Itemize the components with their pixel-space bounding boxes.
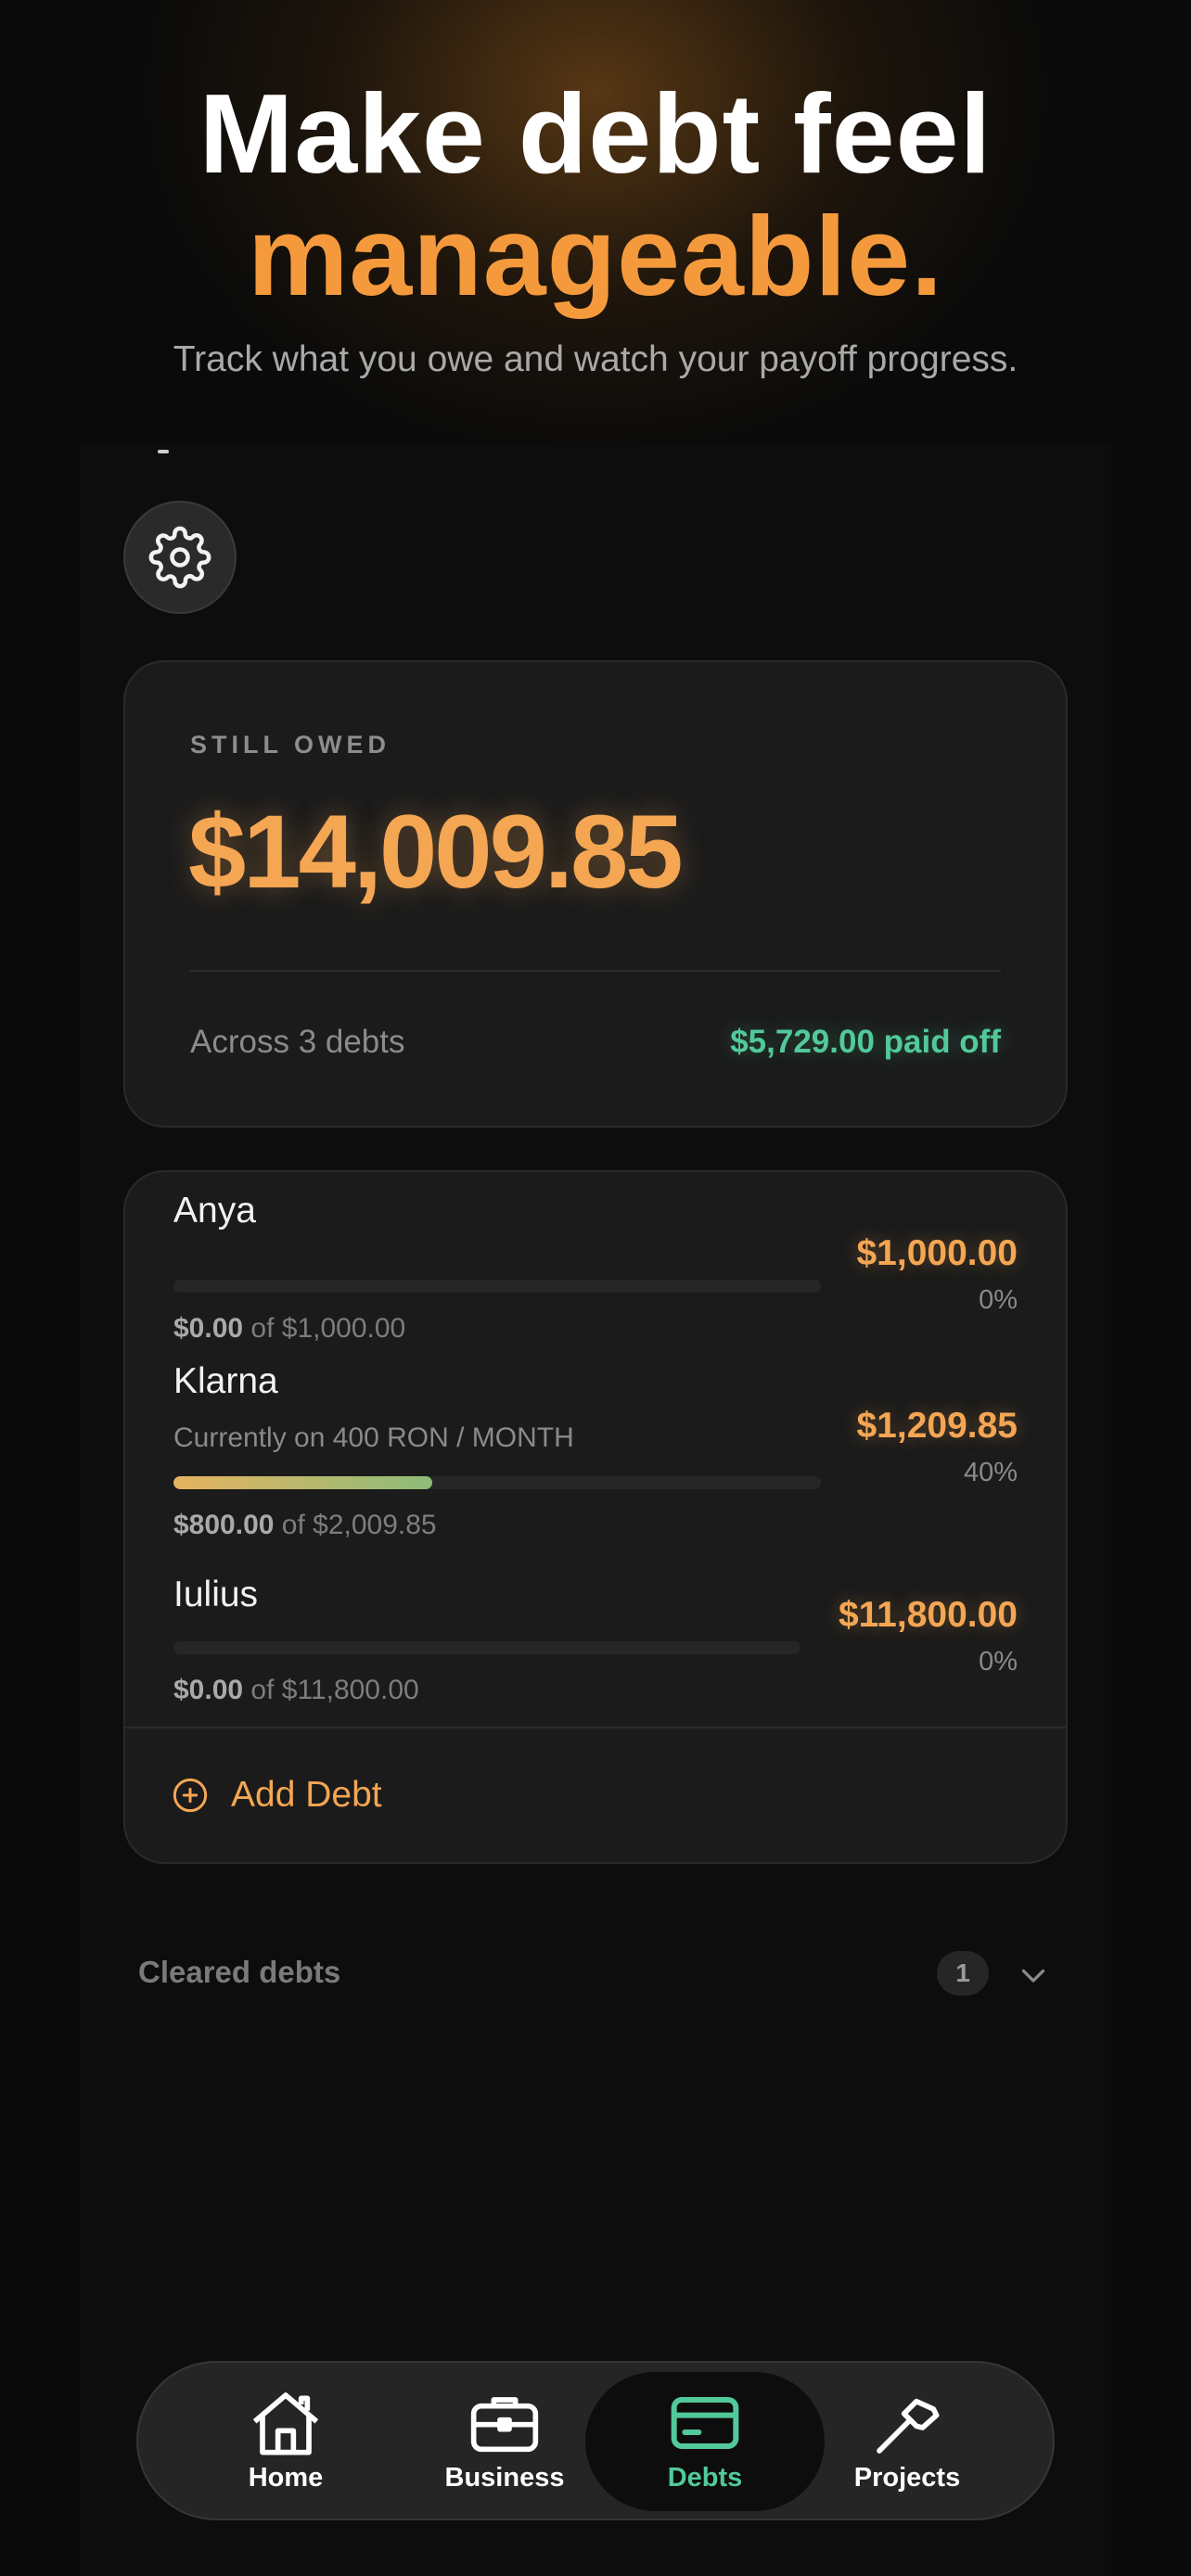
debt-total-amount: of $2,009.85 [281,1510,437,1540]
add-debt-label: Add Debt [231,1775,382,1815]
tab-label: Debts [667,2462,743,2493]
settings-button[interactable] [123,501,237,614]
hero-tagline: Track what you owe and watch your payoff… [173,339,1018,379]
list-divider [125,1727,1066,1728]
tab-label: Business [444,2462,565,2493]
debt-progress-percent: 0% [979,1285,1018,1315]
plus-circle-icon [173,1778,208,1813]
tab-label: Projects [853,2462,961,2493]
summary-divider [190,970,1001,972]
hero-headline: Make debt feel manageable. [0,72,1191,317]
debt-paid-summary: $800.00 of $2,009.85 [173,1510,437,1541]
tab-home[interactable]: Home [166,2372,405,2511]
debt-remaining-amount: $1,209.85 [856,1406,1018,1446]
cleared-count-badge: 1 [937,1951,989,1996]
card-icon [671,2396,739,2449]
headline-line-1: Make debt feel [198,70,992,197]
tab-label: Home [248,2462,324,2493]
briefcase-icon [470,2396,539,2452]
still-owed-card: STILL OWED $14,009.85 Across 3 debts $5,… [123,660,1068,1128]
chevron-down-icon[interactable] [1017,1958,1050,1992]
debt-item-iulius[interactable]: Iulius $0.00 of $11,800.00 $11,800.00 0% [173,1575,1018,1723]
debt-progress-percent: 40% [963,1458,1018,1487]
debt-remaining-amount: $1,000.00 [856,1233,1018,1273]
debt-count-text: Across 3 debts [190,1024,405,1060]
cleared-debts-toggle[interactable]: Cleared debts [138,1955,340,1990]
debt-paid-summary: $0.00 of $1,000.00 [173,1313,405,1345]
debt-note: Currently on 400 RON / MONTH [173,1422,574,1453]
debt-remaining-amount: $11,800.00 [838,1595,1018,1635]
status-fragment [158,450,169,453]
debt-total-amount: of $1,000.00 [250,1313,406,1344]
debt-progress-percent: 0% [979,1647,1018,1677]
debt-progress-bar [173,1476,821,1489]
debt-progress-bar [173,1280,821,1293]
debt-total-amount: of $11,800.00 [250,1675,419,1705]
home-icon [252,2391,319,2455]
paid-off-total: $5,729.00 paid off [730,1024,1001,1060]
debt-item-klarna[interactable]: Klarna Currently on 400 RON / MONTH $800… [173,1361,1018,1547]
still-owed-amount: $14,009.85 [188,794,684,910]
tab-projects[interactable]: Projects [788,2372,1027,2511]
debt-paid-amount: $0.00 [173,1313,244,1344]
debt-progress-bar [173,1641,800,1654]
debt-name: Iulius [173,1575,259,1614]
add-debt-button[interactable]: Add Debt [172,1775,382,1816]
still-owed-label: STILL OWED [190,731,391,759]
debt-name: Klarna [173,1361,278,1401]
debt-paid-amount: $0.00 [173,1675,244,1705]
app-screen: Make debt feel manageable. Track what yo… [0,0,1191,2576]
headline-line-2: manageable. [247,193,944,319]
gear-icon [148,526,211,589]
debt-name: Anya [173,1191,256,1231]
bottom-tab-bar: Home Business Debts Projects [136,2361,1055,2520]
hammer-icon [877,2398,940,2454]
debt-paid-summary: $0.00 of $11,800.00 [173,1675,419,1706]
debt-progress-fill [173,1476,433,1489]
debts-list-card: Anya $0.00 of $1,000.00 $1,000.00 0% Kla… [123,1170,1068,1864]
debt-item-anya[interactable]: Anya $0.00 of $1,000.00 $1,000.00 0% [173,1191,1018,1344]
debt-paid-amount: $800.00 [173,1510,275,1540]
